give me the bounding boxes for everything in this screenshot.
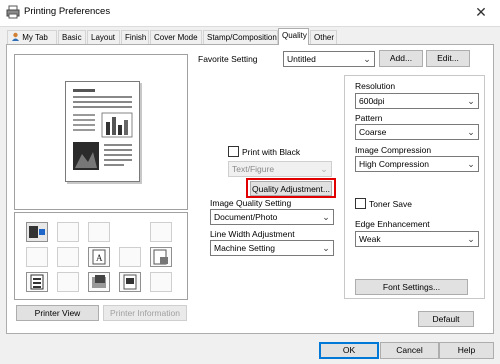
default-button[interactable]: Default — [418, 311, 474, 327]
button-label: Printer View — [34, 308, 81, 318]
tab-label: Quality — [282, 31, 307, 40]
edge-enhancement-select[interactable]: Weak ⌄ — [355, 231, 479, 247]
edge-enhancement-label: Edge Enhancement — [355, 219, 430, 229]
line-width-adjustment-select[interactable]: Machine Setting ⌄ — [210, 240, 334, 256]
booklet-icon — [119, 247, 141, 267]
printer-information-button[interactable]: Printer Information — [103, 305, 187, 321]
tab-basic[interactable]: Basic — [58, 30, 86, 44]
chevron-down-icon: ⌄ — [320, 164, 328, 174]
favorite-setting-select[interactable]: Untitled ⌄ — [283, 51, 375, 67]
punch-icon — [88, 222, 110, 242]
print-with-black-target-value: Text/Figure — [232, 164, 275, 174]
tab-label: Basic — [62, 33, 82, 42]
resolution-label: Resolution — [355, 81, 396, 91]
watermark-icon — [150, 247, 172, 267]
cancel-button[interactable]: Cancel — [380, 342, 439, 359]
svg-text:A: A — [96, 253, 103, 263]
staple-icon — [57, 222, 79, 242]
button-label: Cancel — [396, 345, 423, 355]
tab-label: Other — [314, 33, 335, 42]
toner-save-label: Toner Save — [369, 199, 412, 209]
combine-icon — [57, 247, 79, 267]
window-title: Printing Preferences — [24, 6, 111, 17]
tab-layout[interactable]: Layout — [87, 30, 120, 44]
tab-finish[interactable]: Finish — [121, 30, 149, 44]
tab-cover-mode[interactable]: Cover Mode — [150, 30, 202, 44]
button-label: OK — [342, 345, 356, 355]
pattern-select[interactable]: Coarse ⌄ — [355, 124, 479, 140]
tab-label: Layout — [91, 33, 116, 42]
secure-print-icon — [150, 272, 172, 292]
resolution-value: 600dpi — [359, 96, 385, 106]
chevron-down-icon: ⌄ — [363, 54, 371, 64]
button-label: Help — [457, 345, 476, 355]
image-quality-setting-label: Image Quality Setting — [210, 198, 292, 208]
chevron-down-icon: ⌄ — [467, 127, 475, 137]
help-button[interactable]: Help — [439, 342, 494, 359]
add-favorite-button[interactable]: Add... — [379, 50, 423, 67]
highlight-box — [246, 178, 336, 198]
image-compression-value: High Compression — [359, 159, 429, 169]
printer-view-button[interactable]: Printer View — [16, 305, 99, 321]
overlay-icon — [88, 272, 110, 292]
favorite-setting-value: Untitled — [287, 54, 316, 64]
edit-favorite-button[interactable]: Edit... — [426, 50, 470, 67]
pattern-value: Coarse — [359, 127, 387, 137]
resolution-select[interactable]: 600dpi ⌄ — [355, 93, 479, 109]
tab-label: Finish — [125, 33, 147, 42]
line-width-adjustment-label: Line Width Adjustment — [210, 229, 295, 239]
paper-preview-image — [65, 81, 140, 182]
print-with-black-label: Print with Black — [242, 147, 301, 157]
tab-label: My Tab — [22, 33, 48, 42]
tab-my-tab[interactable]: My Tab — [7, 30, 57, 44]
stamp-icon — [150, 222, 172, 242]
button-label: Font Settings... — [382, 282, 441, 292]
button-label: Default — [432, 314, 460, 324]
image-quality-setting-value: Document/Photo — [214, 212, 278, 222]
font-settings-button[interactable]: Font Settings... — [355, 279, 468, 295]
image-compression-select[interactable]: High Compression ⌄ — [355, 156, 479, 172]
tab-label: Stamp/Composition — [207, 33, 277, 42]
tab-label: Cover Mode — [154, 33, 198, 42]
text-page-icon: A — [88, 247, 110, 267]
image-quality-setting-select[interactable]: Document/Photo ⌄ — [210, 209, 334, 225]
page-number-icon — [119, 272, 141, 292]
toner-save-checkbox[interactable] — [355, 198, 366, 209]
output-tray-icon — [26, 222, 48, 242]
print-with-black-target-select[interactable]: Text/Figure ⌄ — [228, 161, 332, 177]
document-icon — [26, 272, 48, 292]
edge-enhancement-value: Weak — [359, 234, 381, 244]
user-auth-icon — [57, 272, 79, 292]
chevron-down-icon: ⌄ — [467, 96, 475, 106]
ok-button[interactable]: OK — [319, 342, 379, 359]
button-label: Printer Information — [110, 308, 180, 318]
chevron-down-icon: ⌄ — [322, 212, 330, 222]
line-width-adjustment-value: Machine Setting — [214, 243, 275, 253]
duplex-icon — [26, 247, 48, 267]
chevron-down-icon: ⌄ — [467, 234, 475, 244]
tab-other[interactable]: Other — [310, 30, 337, 44]
chevron-down-icon: ⌄ — [467, 159, 475, 169]
pattern-label: Pattern — [355, 113, 383, 123]
button-label: Edit... — [437, 53, 459, 63]
printer-app-icon — [6, 5, 20, 19]
print-with-black-checkbox[interactable] — [228, 146, 239, 157]
image-compression-label: Image Compression — [355, 145, 432, 155]
tab-stamp-composition[interactable]: Stamp/Composition — [203, 30, 278, 44]
close-icon[interactable]: ✕ — [468, 2, 494, 22]
chevron-down-icon: ⌄ — [322, 243, 330, 253]
favorite-setting-label: Favorite Setting — [198, 54, 258, 64]
tab-quality[interactable]: Quality — [278, 28, 309, 45]
mytab-icon — [11, 32, 20, 41]
button-label: Add... — [389, 53, 413, 63]
